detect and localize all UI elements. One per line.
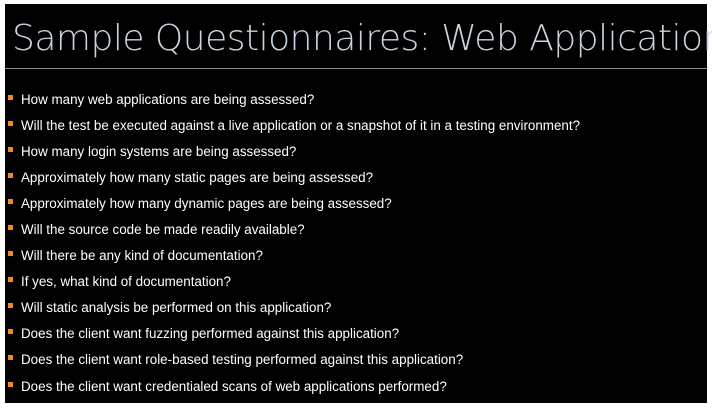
question-text: Will there be any kind of documentation? (21, 248, 263, 264)
list-item: Approximately how many dynamic pages are… (8, 190, 580, 216)
title-divider (5, 68, 707, 69)
bullet-icon (8, 172, 13, 178)
question-text: Approximately how many static pages are … (21, 169, 374, 185)
question-text: Does the client want fuzzing performed a… (21, 326, 400, 342)
bullet-icon (8, 381, 13, 387)
bullet-icon (8, 303, 13, 309)
question-text: How many login systems are being assesse… (21, 143, 297, 159)
list-item: Approximately how many static pages are … (8, 164, 580, 190)
list-item: Does the client want fuzzing performed a… (8, 321, 580, 347)
list-item: How many login systems are being assesse… (8, 138, 580, 164)
slide-title: Sample Questionnaires: Web Application (12, 18, 712, 59)
bullet-icon (8, 277, 13, 283)
slide: Sample Questionnaires: Web Application H… (5, 4, 712, 403)
question-text: Will the test be executed against a live… (21, 117, 581, 133)
question-list: How many web applications are being asse… (8, 86, 580, 399)
bullet-icon (8, 355, 13, 361)
bullet-icon (8, 251, 13, 257)
bullet-icon (8, 225, 13, 231)
list-item: Will the source code be made readily ava… (8, 216, 580, 242)
list-item: How many web applications are being asse… (8, 86, 580, 112)
bullet-icon (8, 94, 13, 100)
question-text: Approximately how many dynamic pages are… (21, 195, 392, 211)
bullet-icon (8, 120, 13, 126)
bullet-icon (8, 146, 13, 152)
question-text: Will the source code be made readily ava… (21, 222, 305, 238)
bullet-icon (8, 198, 13, 204)
bullet-icon (8, 329, 13, 335)
list-item: Will static analysis be performed on thi… (8, 295, 580, 321)
question-text: Does the client want credentialed scans … (21, 378, 447, 394)
list-item: Will there be any kind of documentation? (8, 243, 580, 269)
list-item: Does the client want role-based testing … (8, 347, 580, 373)
question-text: If yes, what kind of documentation? (21, 274, 231, 290)
question-text: How many web applications are being asse… (21, 91, 315, 107)
list-item: Will the test be executed against a live… (8, 112, 580, 138)
list-item: If yes, what kind of documentation? (8, 269, 580, 295)
question-text: Will static analysis be performed on thi… (21, 300, 332, 316)
question-text: Does the client want role-based testing … (21, 352, 464, 368)
list-item: Does the client want credentialed scans … (8, 373, 580, 399)
